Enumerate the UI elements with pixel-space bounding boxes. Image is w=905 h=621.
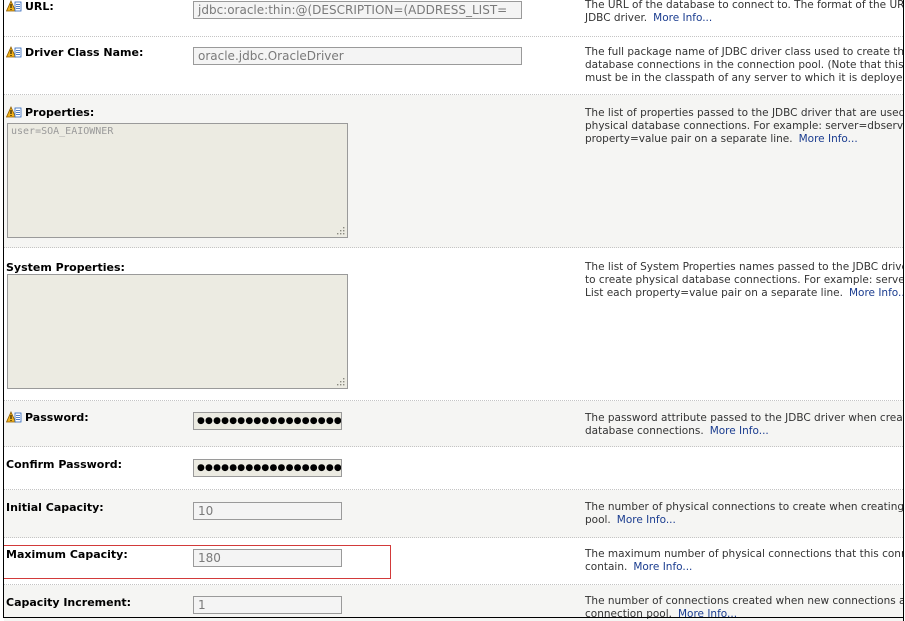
frame-border-bottom <box>3 617 904 618</box>
properties-description: The list of properties passed to the JDB… <box>585 107 903 145</box>
warning-edit-icon <box>6 0 22 12</box>
frame-border-left <box>3 0 4 618</box>
maximum-capacity-highlight <box>3 545 391 579</box>
label-url: URL: <box>6 0 54 13</box>
label-system-properties: System Properties: <box>6 261 125 274</box>
capacity-increment-more-info-link[interactable]: More Info... <box>678 608 737 620</box>
row-driver-class: Driver Class Name: oracle.jdbc.OracleDri… <box>4 37 903 95</box>
properties-value: user=SOA_EAIOWNER <box>11 126 114 137</box>
row-url: URL: jdbc:oracle:thin:@(DESCRIPTION=(ADD… <box>4 0 903 37</box>
url-more-info-link[interactable]: More Info... <box>653 12 712 24</box>
properties-textarea[interactable]: user=SOA_EAIOWNER <box>7 123 348 238</box>
jdbc-config-panel: URL: jdbc:oracle:thin:@(DESCRIPTION=(ADD… <box>0 0 905 621</box>
warning-edit-icon <box>6 46 22 58</box>
initial-capacity-description: The number of physical connections to cr… <box>585 501 903 526</box>
row-initial-capacity: Initial Capacity: 10 The number of physi… <box>4 490 903 538</box>
resize-grip-icon[interactable] <box>336 377 345 386</box>
row-properties: Properties: user=SOA_EAIOWNER The list o… <box>4 95 903 248</box>
label-capacity-increment: Capacity Increment: <box>6 596 132 609</box>
password-input[interactable]: ●●●●●●●●●●●●●●●●●●●●●●● <box>193 412 342 430</box>
driver-class-description: The full package name of JDBC driver cla… <box>585 46 903 84</box>
label-properties: Properties: <box>6 106 94 119</box>
driver-class-input[interactable]: oracle.jdbc.OracleDriver <box>193 47 522 65</box>
row-password: Password: ●●●●●●●●●●●●●●●●●●●●●●● The pa… <box>4 401 903 447</box>
row-confirm-password: Confirm Password: ●●●●●●●●●●●●●●●●●●●●●●… <box>4 447 903 490</box>
row-system-properties: System Properties: The list of System Pr… <box>4 248 903 401</box>
maximum-capacity-description: The maximum number of physical connectio… <box>585 548 903 573</box>
system-properties-textarea[interactable] <box>7 274 348 389</box>
initial-capacity-more-info-link[interactable]: More Info... <box>617 514 676 526</box>
resize-grip-icon[interactable] <box>336 226 345 235</box>
url-input[interactable]: jdbc:oracle:thin:@(DESCRIPTION=(ADDRESS_… <box>193 1 522 19</box>
warning-edit-icon <box>6 106 22 118</box>
label-driver-class: Driver Class Name: <box>6 46 143 59</box>
label-initial-capacity: Initial Capacity: <box>6 501 104 514</box>
url-description: The URL of the database to connect to. T… <box>585 0 903 24</box>
initial-capacity-input[interactable]: 10 <box>193 502 342 520</box>
frame-border-right <box>903 0 904 621</box>
confirm-password-input[interactable]: ●●●●●●●●●●●●●●●●●●●●●●● <box>193 459 342 477</box>
properties-more-info-link[interactable]: More Info... <box>799 133 858 145</box>
label-confirm-password: Confirm Password: <box>6 458 123 471</box>
system-properties-description: The list of System Properties names pass… <box>585 261 903 300</box>
password-description: The password attribute passed to the JDB… <box>585 412 903 437</box>
capacity-increment-input[interactable]: 1 <box>193 596 342 614</box>
row-capacity-increment: Capacity Increment: 1 The number of conn… <box>4 585 903 621</box>
warning-edit-icon <box>6 411 22 423</box>
maximum-capacity-more-info-link[interactable]: More Info... <box>633 561 692 573</box>
password-more-info-link[interactable]: More Info... <box>710 425 769 437</box>
system-properties-more-info-link[interactable]: More Info... <box>849 287 903 299</box>
label-password: Password: <box>6 411 89 424</box>
